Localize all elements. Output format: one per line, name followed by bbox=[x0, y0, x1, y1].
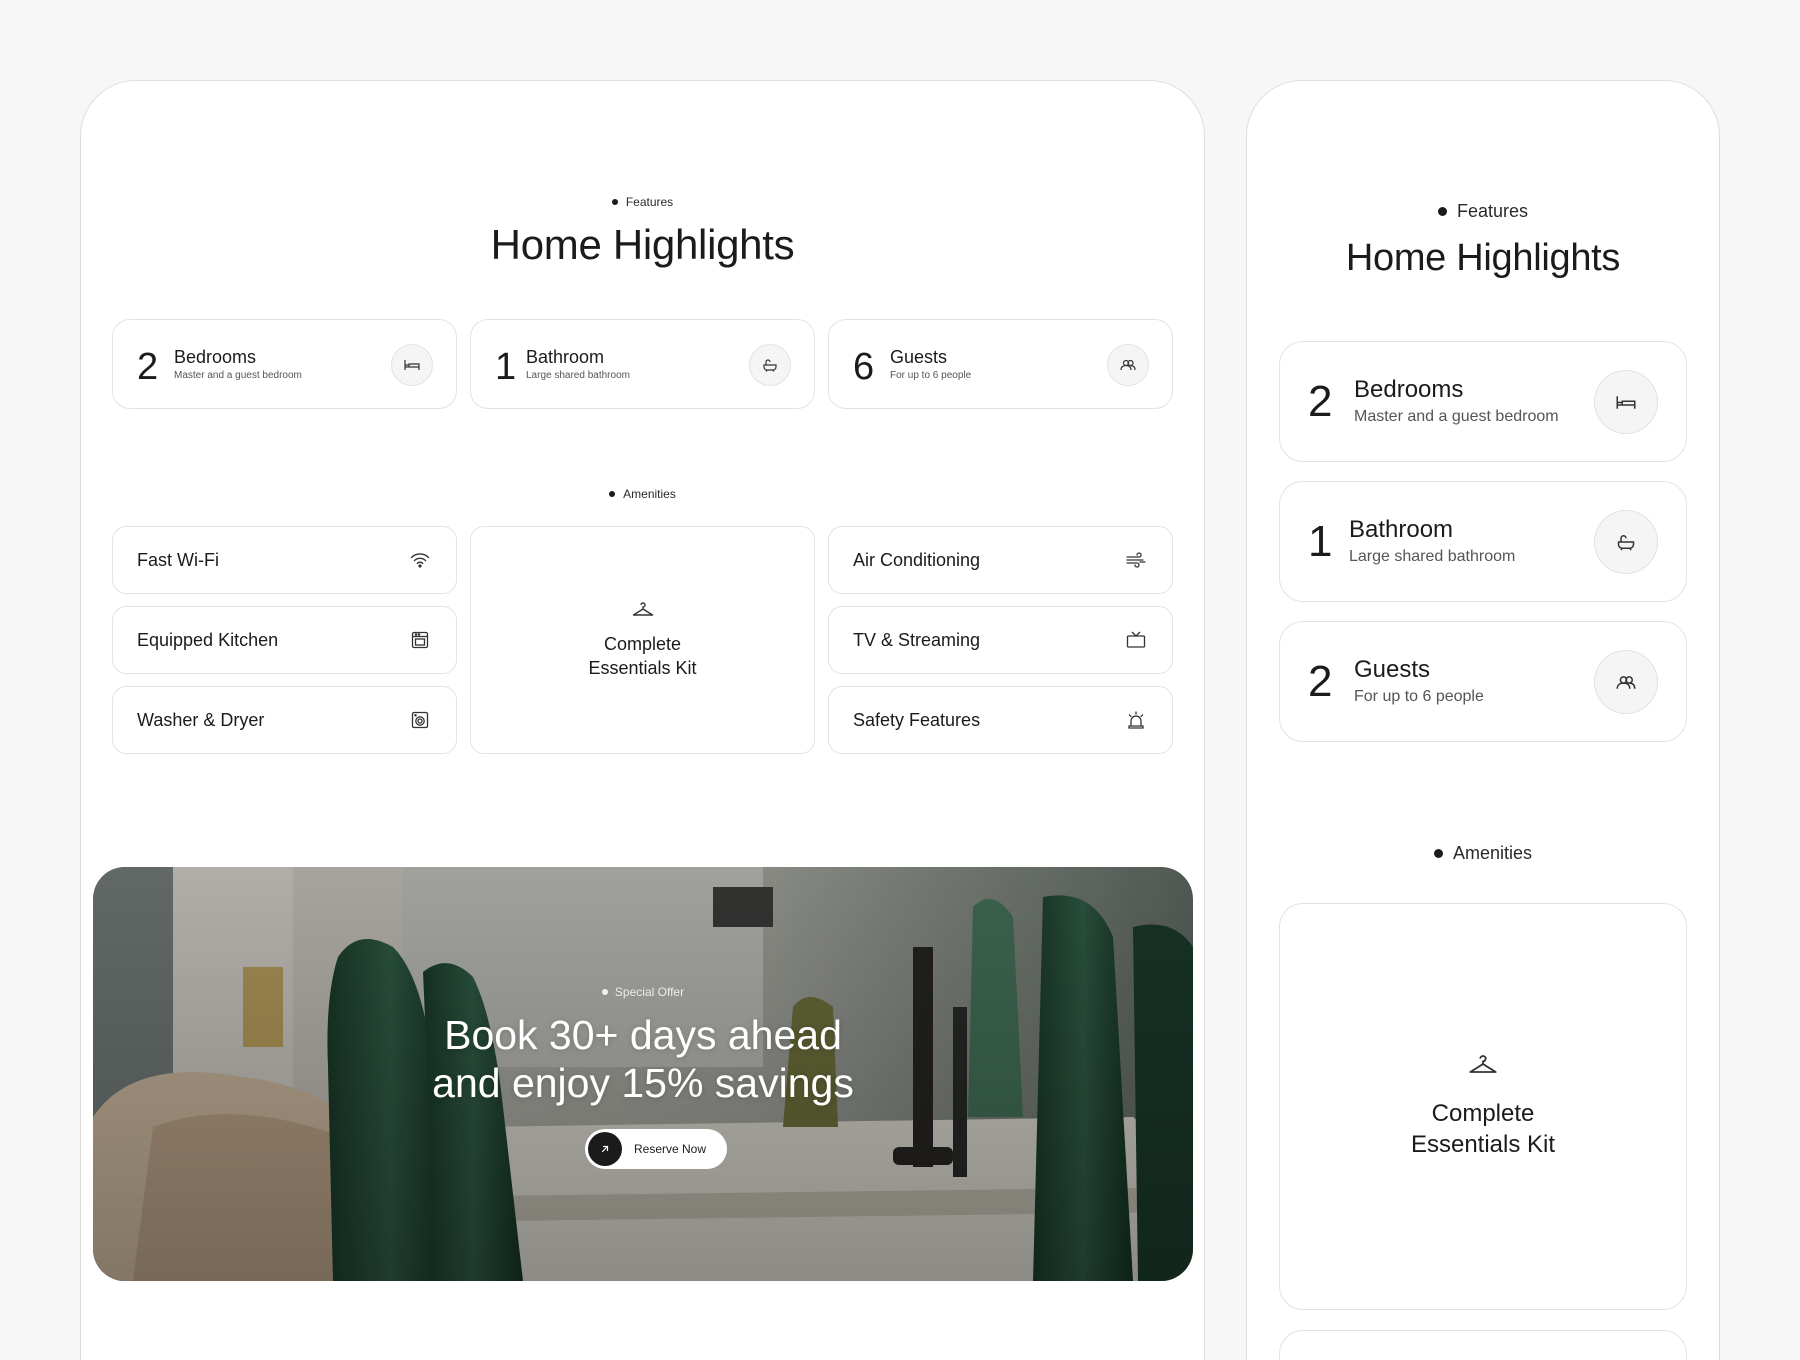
amenity-safety-features: Safety Features bbox=[828, 686, 1173, 754]
special-offer-banner: Special Offer Book 30+ days ahead and en… bbox=[93, 867, 1193, 1281]
special-offer-label: Special Offer bbox=[614, 985, 685, 999]
amenity-equipped-kitchen: Equipped Kitchen bbox=[112, 606, 457, 674]
amenity-label: Air Conditioning bbox=[853, 549, 981, 570]
amenity-air-conditioning: Air Conditioning bbox=[828, 526, 1173, 594]
wifi-icon bbox=[410, 550, 430, 570]
highlight-card-bedrooms: 2 Bedrooms Master and a guest bedroom bbox=[112, 319, 457, 409]
highlight-number: 2 bbox=[137, 346, 159, 388]
highlight-number: 1 bbox=[1308, 517, 1333, 566]
guests-icon bbox=[1594, 650, 1658, 714]
amenities-eyebrow: Amenities bbox=[81, 487, 1204, 501]
highlight-number: 6 bbox=[853, 346, 875, 388]
amenity-washer-dryer: Washer & Dryer bbox=[112, 686, 457, 754]
amenities-eyebrow-label: Amenities bbox=[623, 487, 676, 501]
promo-title: Book 30+ days ahead and enjoy 15% saving… bbox=[93, 1011, 1193, 1107]
highlight-label: Bathroom bbox=[1349, 516, 1454, 543]
highlight-label: Bathroom bbox=[526, 347, 605, 367]
highlight-label: Guests bbox=[890, 347, 948, 367]
highlight-card-bathroom: 1 Bathroom Large shared bathroom bbox=[470, 319, 815, 409]
highlight-label: Guests bbox=[1354, 656, 1431, 683]
highlight-sub: Master and a guest bedroom bbox=[1354, 408, 1559, 425]
alarm-icon bbox=[1126, 710, 1146, 730]
features-eyebrow-label: Features bbox=[1456, 201, 1529, 221]
promo-title-line1: Book 30+ days ahead bbox=[444, 1012, 842, 1058]
amenity-label: TV & Streaming bbox=[853, 629, 981, 650]
amenity-label: Washer & Dryer bbox=[137, 709, 265, 730]
bathtub-icon bbox=[1594, 510, 1658, 574]
amenity-label: Equipped Kitchen bbox=[137, 629, 279, 650]
amenity-card-next bbox=[1279, 1330, 1687, 1360]
amenity-essentials-kit: Complete Essentials Kit bbox=[470, 526, 815, 754]
highlight-label: Bedrooms bbox=[1354, 376, 1464, 403]
bullet-dot bbox=[609, 491, 616, 497]
tv-icon bbox=[1126, 630, 1146, 650]
highlight-sub: Master and a guest bedroom bbox=[174, 370, 302, 381]
amenity-fast-wifi: Fast Wi-Fi bbox=[112, 526, 457, 594]
highlight-card-bathroom: 1 Bathroom Large shared bathroom bbox=[1279, 481, 1687, 602]
features-eyebrow: Features bbox=[1247, 201, 1719, 222]
bed-icon bbox=[391, 344, 433, 386]
features-eyebrow-label: Features bbox=[625, 195, 674, 209]
bathtub-icon bbox=[749, 344, 791, 386]
page-title: Home Highlights bbox=[490, 221, 795, 268]
amenity-essentials-kit: Complete Essentials Kit bbox=[1279, 903, 1687, 1310]
highlight-label: Bedrooms bbox=[174, 347, 257, 367]
highlight-sub: For up to 6 people bbox=[890, 370, 972, 381]
amenity-label: Safety Features bbox=[853, 709, 981, 730]
promo-title-line2: and enjoy 15% savings bbox=[432, 1060, 854, 1106]
kit-label: Complete Essentials Kit bbox=[1410, 1100, 1556, 1158]
washer-icon bbox=[410, 710, 430, 730]
oven-icon bbox=[410, 630, 430, 650]
amenity-label: Fast Wi-Fi bbox=[137, 549, 219, 570]
highlight-card-guests: 2 Guests For up to 6 people bbox=[1279, 621, 1687, 742]
bullet-dot bbox=[611, 199, 618, 205]
hanger-icon bbox=[1467, 1053, 1499, 1080]
bed-icon bbox=[1594, 370, 1658, 434]
highlight-card-bedrooms: 2 Bedrooms Master and a guest bedroom bbox=[1279, 341, 1687, 462]
arrow-up-right-icon bbox=[588, 1132, 622, 1166]
highlight-number: 2 bbox=[1308, 377, 1333, 426]
special-offer-eyebrow: Special Offer bbox=[93, 985, 1193, 999]
desktop-frame: Features Home Highlights 2 Bedrooms Mast… bbox=[80, 80, 1205, 1360]
air-icon bbox=[1126, 550, 1146, 570]
highlight-sub: For up to 6 people bbox=[1354, 688, 1484, 705]
bullet-dot bbox=[601, 989, 608, 995]
highlight-card-guests: 6 Guests For up to 6 people bbox=[828, 319, 1173, 409]
highlight-number: 1 bbox=[495, 346, 517, 388]
highlight-number: 2 bbox=[1308, 657, 1333, 706]
features-eyebrow: Features bbox=[81, 195, 1204, 209]
highlight-sub: Large shared bathroom bbox=[526, 370, 630, 381]
mobile-frame: Features Home Highlights 2 Bedrooms Mast… bbox=[1246, 80, 1720, 1360]
reserve-now-button[interactable]: Reserve Now bbox=[585, 1129, 727, 1169]
amenities-eyebrow: Amenities bbox=[1247, 843, 1719, 864]
amenity-tv-streaming: TV & Streaming bbox=[828, 606, 1173, 674]
bullet-dot bbox=[1437, 207, 1447, 216]
bullet-dot bbox=[1433, 849, 1443, 858]
guests-icon bbox=[1107, 344, 1149, 386]
highlight-sub: Large shared bathroom bbox=[1349, 548, 1516, 565]
amenities-eyebrow-label: Amenities bbox=[1452, 843, 1533, 863]
kit-label: Complete Essentials Kit bbox=[588, 633, 697, 678]
page-title: Home Highlights bbox=[1345, 237, 1621, 279]
hanger-icon bbox=[631, 601, 655, 622]
reserve-now-label: Reserve Now bbox=[634, 1142, 707, 1156]
